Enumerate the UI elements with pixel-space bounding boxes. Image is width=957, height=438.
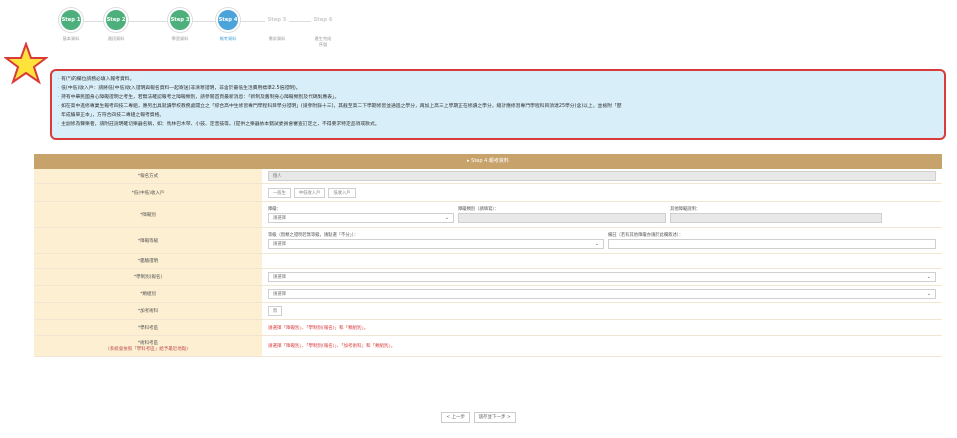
step-4-circle: Step 4 <box>216 8 240 32</box>
notice-line-5: 年成績單正本」，方符合四技二專組之報考資格。 <box>61 113 165 118</box>
chevron-down-icon: ⌄ <box>926 291 931 297</box>
dept-group-select-value: 請選擇 <box>273 275 286 280</box>
dept-group-select[interactable]: 請選擇 ⌄ <box>268 272 936 282</box>
caption-disability-other: 其他障礙說明： <box>670 207 701 212</box>
prev-button[interactable]: < 上一步 <box>441 412 470 423</box>
footer-buttons: < 上一步 儲存並下一步 > <box>0 412 957 423</box>
row-dept-group: *學制別(報名) 請選擇 ⌄ <box>34 269 942 286</box>
caption-disability-subtype: 障礙類別（請填寫）： <box>458 207 499 212</box>
step-indicator: Step 1 基本資料 Step 2 通訊資料 Step 3 學習資料 Step… <box>0 0 957 48</box>
row-disability-level: *障礙等級 等級（無類之證明若無等級，請點選「不分」）： 備註（若有其他障礙亦請… <box>34 228 942 254</box>
step-4[interactable]: Step 4 報考資料 <box>211 8 245 42</box>
label-subject-exam: *學科考區 <box>34 320 262 335</box>
skill-exam-hint: 請選擇「障礙別」、「學制別(報名)」、「加考術科」和「類組別」。 <box>268 344 396 349</box>
disability-level-select-value: 請選擇 <box>273 242 286 247</box>
step-2[interactable]: Step 2 通訊資料 <box>99 8 133 42</box>
row-proof: *鑑驗證明 <box>34 254 942 269</box>
label-disability-type: *障礙別 <box>34 202 262 227</box>
low-income-option-low[interactable]: 低收入戶 <box>328 187 356 198</box>
disability-type-select[interactable]: 請選擇 ⌄ <box>268 213 454 223</box>
label-proof: *鑑驗證明 <box>34 254 262 268</box>
low-income-option-general[interactable]: 一般生 <box>268 187 291 198</box>
skill-exam-sublabel: (系統會依照「學科考區」給予最近地點) <box>107 347 188 352</box>
extra-subject-button[interactable]: 無 <box>268 306 283 316</box>
notice-line-1: · 有(*)的欄位請務必填入報考資料。 <box>58 77 135 82</box>
row-low-income: *低(中低)收入戶 一般生 中低收入戶 低收入戶 <box>34 184 942 202</box>
notice-line-2: · 低(中低)收入戶：請將低(中低)收入證明與報名資料一起寄送(非清寒證明，非含… <box>58 86 301 91</box>
chevron-down-icon: ⌄ <box>444 215 449 221</box>
label-extra-subject: *加考術科 <box>34 303 262 319</box>
step-4-label: 報考資料 <box>219 36 237 41</box>
notice-box: · 有(*)的欄位請務必填入報考資料。 · 低(中低)收入戶：請將低(中低)收入… <box>50 69 946 140</box>
group-type-select-value: 請選擇 <box>273 292 286 297</box>
save-next-button[interactable]: 儲存並下一步 > <box>473 412 516 423</box>
apply-method-field: 個人 <box>268 171 936 181</box>
step-6: Step 6 產生完成 序號 <box>306 8 340 48</box>
label-apply-method: *報名方式 <box>34 169 262 183</box>
label-dept-group: *學制別(報名) <box>34 269 262 285</box>
disability-level-select[interactable]: 請選擇 ⌄ <box>268 239 604 249</box>
disability-type-select-value: 請選擇 <box>273 216 286 221</box>
section-title: ▸ Step 4.報考資料 <box>34 154 942 169</box>
exam-form: *報名方式 個人 *低(中低)收入戶 一般生 中低收入戶 低收入戶 *障礙別 障… <box>34 169 942 357</box>
row-extra-subject: *加考術科 無 <box>34 303 942 320</box>
label-low-income: *低(中低)收入戶 <box>34 184 262 201</box>
subject-exam-hint: 請選擇「障礙別」、「學制別(報名)」和「類組別」。 <box>268 325 369 331</box>
notice-line-4: · 如在高中進修專業生報考四技二專組，應另出具就讀學校教務處開立之「綜合高中生修… <box>58 104 622 109</box>
disability-other-input <box>670 213 882 223</box>
step-1-label: 基本資料 <box>62 36 80 41</box>
step-1-circle: Step 1 <box>59 8 83 32</box>
step-5-label: 需求資料 <box>268 36 286 41</box>
step-6-label-line1: 產生完成 <box>314 36 332 41</box>
label-group-type: *類組別 <box>34 286 262 302</box>
notice-line-3: · 持有中華民國身心障礙證明之考生，若無法確認報考之障礙類別，請參閱首頁最新消息… <box>58 95 340 100</box>
chevron-down-icon: ⌄ <box>926 274 931 280</box>
step-6-label-line2: 序號 <box>318 42 328 47</box>
step-5: Step 5 需求資料 <box>260 8 294 42</box>
step-6-label: 產生完成 序號 <box>306 36 340 48</box>
notice-line-6: · 主副修為聲樂者，請附註說明確切樂器名稱，如：馬林巴木琴、小鼓、定音鼓等。(提… <box>58 122 380 127</box>
low-income-option-mid-low[interactable]: 中低收入戶 <box>293 187 326 198</box>
disability-note-input[interactable] <box>608 239 936 249</box>
step-2-circle: Step 2 <box>104 8 128 32</box>
row-subject-exam: *學科考區 請選擇「障礙別」、「學制別(報名)」和「類組別」。 <box>34 320 942 336</box>
row-skill-exam: *術科考區 (系統會依照「學科考區」給予最近地點) 請選擇「障礙別」、「學制別(… <box>34 336 942 357</box>
caption-disability-note: 備註（若有其他障礙亦請於此欄敘述）： <box>608 233 684 238</box>
step-5-circle: Step 5 <box>265 8 289 32</box>
step-3-label: 學習資料 <box>171 36 189 41</box>
disability-subtype-input <box>458 213 666 223</box>
star-icon <box>4 42 48 85</box>
step-2-label: 通訊資料 <box>107 36 125 41</box>
chevron-down-icon: ⌄ <box>594 241 599 247</box>
step-6-circle: Step 6 <box>311 8 335 32</box>
step-3-circle: Step 3 <box>168 8 192 32</box>
step-1[interactable]: Step 1 基本資料 <box>54 8 88 42</box>
caption-disability: 障礙： <box>268 207 281 212</box>
row-disability-type: *障礙別 障礙： 障礙類別（請填寫）： 其他障礙說明： 請選擇 ⌄ <box>34 202 942 228</box>
row-group-type: *類組別 請選擇 ⌄ <box>34 286 942 303</box>
row-apply-method: *報名方式 個人 <box>34 169 942 184</box>
group-type-select[interactable]: 請選擇 ⌄ <box>268 289 936 299</box>
label-skill-exam: *術科考區 (系統會依照「學科考區」給予最近地點) <box>34 336 262 356</box>
caption-disability-level: 等級（無類之證明若無等級，請點選「不分」）： <box>268 233 359 238</box>
label-disability-level: *障礙等級 <box>34 228 262 253</box>
step-3[interactable]: Step 3 學習資料 <box>163 8 197 42</box>
